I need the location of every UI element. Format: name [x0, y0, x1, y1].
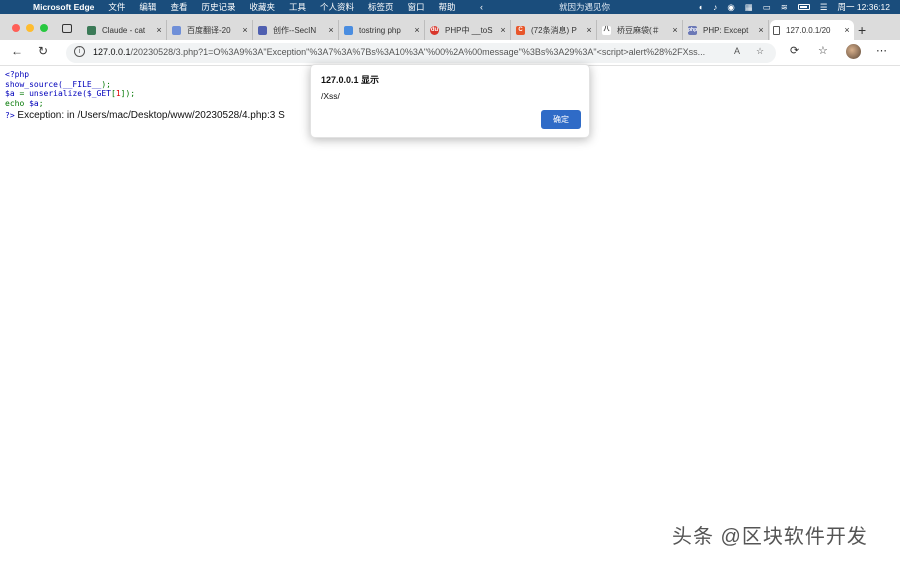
page-favicon-icon — [773, 25, 780, 35]
grid-icon[interactable]: ▦ — [745, 2, 753, 13]
url-path: /20230528/3.php?1=O%3A9%3A"Exception"%3A… — [130, 47, 706, 57]
alert-dialog: 127.0.0.1 显示 /Xss/ 确定 — [310, 64, 590, 138]
favorite-star-add-icon[interactable]: ☆ — [756, 46, 764, 57]
tab-close-icon[interactable]: × — [756, 25, 766, 35]
baidu-translate-favicon-icon — [172, 25, 181, 35]
bell-icon[interactable]: ♪ — [713, 2, 717, 12]
baidu-paw-favicon-icon — [344, 25, 353, 35]
code-line: <?php — [5, 70, 30, 79]
code-line: $a = unserialize($_GET[1]); — [5, 89, 136, 98]
browser-toolbar: ← ↻ i 127.0.0.1/20230528/3.php?1=O%3A9%3… — [0, 40, 900, 66]
tab-close-icon[interactable]: × — [326, 25, 336, 35]
secin-favicon-icon — [258, 25, 267, 35]
read-aloud-icon[interactable]: A — [734, 46, 740, 56]
tab-php-exception[interactable]: php PHP: Except × — [685, 20, 769, 40]
tab-php-tostring[interactable]: du PHP中 __toS × — [427, 20, 511, 40]
code-line: echo $a; — [5, 98, 44, 108]
tab-close-icon[interactable]: × — [240, 25, 250, 35]
tab-label: 127.0.0.1/20 — [786, 25, 831, 35]
extensions-icon[interactable]: ⟳ — [790, 44, 799, 57]
tab-secin[interactable]: 创作--SecIN × — [255, 20, 339, 40]
favorites-icon[interactable]: ☆ — [818, 44, 828, 57]
window-zoom-button[interactable] — [40, 24, 48, 32]
tab-label: tostring php — [359, 25, 401, 35]
headphones-icon[interactable]: ◖ — [698, 2, 703, 12]
profile-avatar[interactable] — [846, 44, 861, 59]
wechat-icon[interactable]: ◉ — [727, 2, 734, 13]
battery-icon[interactable] — [797, 4, 810, 10]
php-close-tag: ?> — [5, 111, 15, 120]
watermark: 头条 @区块软件开发 — [672, 526, 868, 548]
baidu-favicon-icon: du — [430, 25, 439, 35]
tab-strip: Claude - cat × 百度翻译-20 × 创作--SecIN × tos… — [0, 14, 900, 40]
tab-claude[interactable]: Claude - cat × — [84, 20, 167, 40]
tab-close-icon[interactable]: × — [670, 25, 680, 35]
dialog-message: /Xss/ — [321, 91, 340, 101]
display-icon[interactable]: ▭ — [763, 2, 771, 13]
tab-qiaodoumadai[interactable]: 八 桥豆麻袋(＃ × — [599, 20, 683, 40]
menu-file[interactable]: 文件 — [108, 1, 125, 13]
tab-actions-icon[interactable] — [62, 24, 72, 33]
tab-close-icon[interactable]: × — [842, 25, 852, 35]
menu-view[interactable]: 查看 — [170, 1, 187, 13]
qiaodoumadai-favicon-icon: 八 — [602, 25, 611, 35]
tab-close-icon[interactable]: × — [584, 25, 594, 35]
window-close-button[interactable] — [12, 24, 20, 32]
tab-baidu-translate[interactable]: 百度翻译-20 × — [169, 20, 253, 40]
address-bar[interactable]: i 127.0.0.1/20230528/3.php?1=O%3A9%3A"Ex… — [66, 43, 776, 63]
window-minimize-button[interactable] — [26, 24, 34, 32]
menu-tools[interactable]: 工具 — [289, 1, 306, 13]
refresh-icon[interactable]: ↻ — [38, 44, 48, 58]
wifi-icon[interactable]: ≋ — [781, 2, 788, 13]
url-host: 127.0.0.1 — [93, 47, 131, 57]
menu-profile[interactable]: 个人资料 — [320, 1, 354, 13]
php-source-code: <?php show_source(__FILE__); $a = unseri… — [5, 70, 135, 108]
new-tab-button[interactable]: + — [858, 22, 866, 38]
status-area: ◖ ♪ ◉ ▦ ▭ ≋ ☰ 周一 12:36:12 — [698, 0, 890, 14]
more-menu-icon[interactable]: ⋯ — [876, 44, 887, 57]
now-playing-text: 就因为遇见你 — [559, 2, 611, 12]
dialog-title: 127.0.0.1 显示 — [321, 75, 380, 85]
menu-favorites[interactable]: 收藏夹 — [249, 1, 275, 13]
tab-tostring[interactable]: tostring php × — [341, 20, 425, 40]
tab-label: PHP中 __toS — [445, 25, 493, 35]
tab-close-icon[interactable]: × — [498, 25, 508, 35]
menubar-clock[interactable]: 周一 12:36:12 — [838, 1, 890, 13]
url-text[interactable]: 127.0.0.1/20230528/3.php?1=O%3A9%3A"Exce… — [93, 47, 723, 57]
macos-menu-bar: Microsoft Edge 文件 编辑 查看 历史记录 收藏夹 工具 个人资料… — [0, 0, 900, 14]
code-line: show_source(__FILE__); — [5, 79, 111, 89]
tab-label: (72条消息) P — [531, 25, 577, 35]
tab-csdn[interactable]: C (72条消息) P × — [513, 20, 597, 40]
exception-output: ?> Exception: in /Users/mac/Desktop/www/… — [5, 110, 285, 121]
app-menu[interactable]: Microsoft Edge — [33, 2, 94, 12]
tab-label: 桥豆麻袋(＃ — [617, 25, 660, 35]
tab-localhost-active[interactable]: 127.0.0.1/20 × — [770, 20, 854, 40]
tab-close-icon[interactable]: × — [412, 25, 422, 35]
back-arrow-icon[interactable]: ← — [11, 44, 23, 58]
menu-edit[interactable]: 编辑 — [139, 1, 156, 13]
tab-label: 创作--SecIN — [273, 25, 317, 35]
claude-favicon-icon — [87, 25, 96, 35]
csdn-favicon-icon: C — [516, 25, 525, 35]
menu-history[interactable]: 历史记录 — [201, 1, 235, 13]
tab-label: PHP: Except — [703, 25, 749, 35]
control-center-icon[interactable]: ☰ — [820, 2, 828, 13]
menu-tabs[interactable]: 标签页 — [368, 1, 394, 13]
menu-help[interactable]: 帮助 — [439, 1, 456, 13]
tab-label: Claude - cat — [102, 25, 146, 35]
window-controls — [12, 24, 48, 32]
tab-close-icon[interactable]: × — [154, 25, 164, 35]
exception-text: Exception: in /Users/mac/Desktop/www/202… — [14, 110, 285, 121]
php-net-favicon-icon: php — [688, 25, 698, 35]
site-info-icon[interactable]: i — [74, 46, 85, 57]
tab-label: 百度翻译-20 — [187, 25, 231, 35]
menu-window[interactable]: 窗口 — [408, 1, 425, 13]
media-previous-icon[interactable]: ‹ — [480, 2, 483, 12]
dialog-ok-button[interactable]: 确定 — [541, 110, 581, 129]
